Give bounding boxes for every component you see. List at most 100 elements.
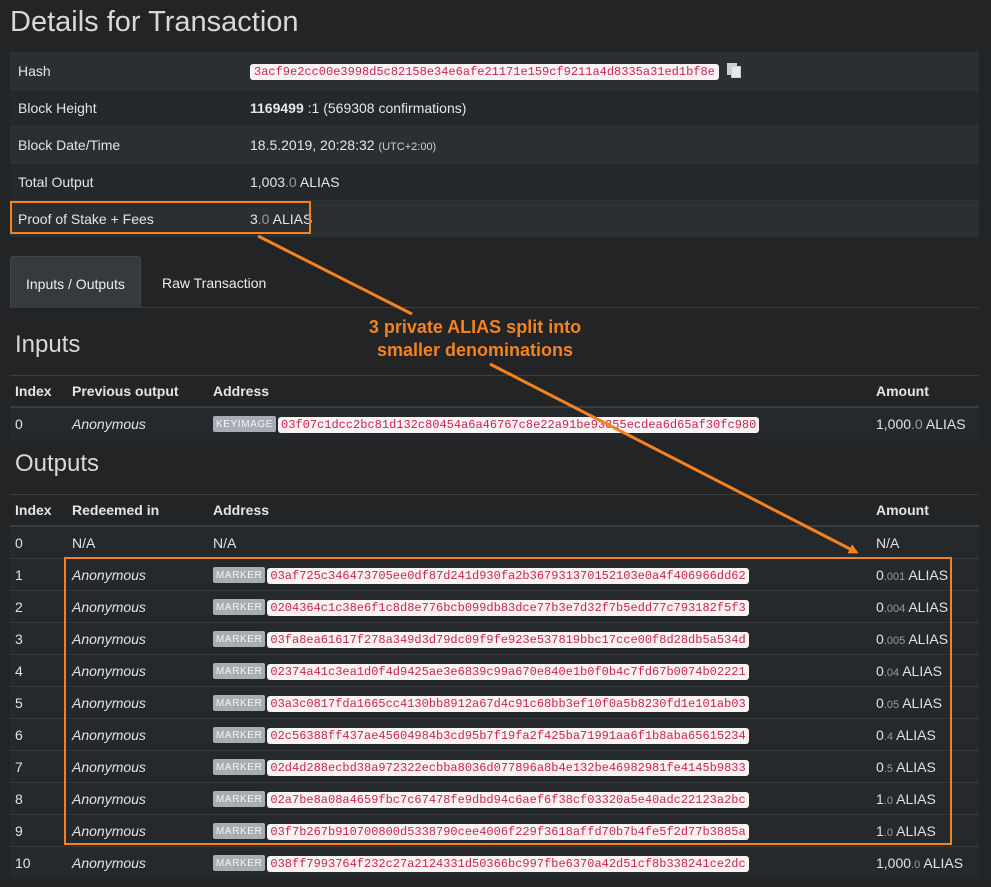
output-address[interactable]: 02d4d288ecbd38a972322ecbba8036d077896a8b… (267, 759, 749, 776)
table-row: 1 Anonymous MARKER 03af725c346473705ee0df87… (10, 558, 979, 591)
output-address[interactable]: 038ff7993764f232c27a2124331d50366bc997fb… (267, 855, 749, 872)
annotation-line-2: smaller denominations (376, 340, 574, 360)
table-row: 9 Anonymous MARKER 03f7b267b910700800d53387… (10, 814, 979, 847)
pos-fees-label: Proof of Stake + Fees (10, 200, 242, 237)
output-address-cell: MARKER 02a7be8a08a4659fbc7c67478fe9dbd94c… (208, 782, 871, 815)
confirmations: (569308 confirmations) (323, 100, 467, 116)
table-row: 3 Anonymous MARKER 03fa8ea61617f278a349d3d7… (10, 622, 979, 655)
pos-fees-cell: 3.0 ALIAS (242, 200, 979, 237)
table-row: 4 Anonymous MARKER 02374a41c3ea1d0f4d9425ae… (10, 654, 979, 687)
total-output-cell: 1,003.0 ALIAS (242, 163, 979, 201)
output-address-cell: MARKER 03a3c0817fda1665cc4130bb8912a67d4c… (208, 686, 871, 719)
output-amount-int: 0 (876, 694, 884, 711)
hash-label: Hash (10, 52, 242, 90)
total-output-label: Total Output (10, 163, 242, 201)
output-redeemed: Anonymous (67, 590, 208, 623)
input-amount-dec: .0 (911, 415, 923, 432)
input-amount-int: 1,000 (876, 415, 912, 432)
output-redeemed: Anonymous (67, 846, 208, 878)
output-amount-unit: ALIAS (923, 854, 964, 871)
transaction-details-table: Hash 3acf9e2cc00e3998d5c82158e34e6afe211… (10, 52, 979, 237)
outputs-col-redeemed: Redeemed in (67, 494, 208, 527)
output-redeemed: Anonymous (67, 750, 208, 783)
marker-badge: MARKER (213, 662, 266, 679)
keyimage-badge: KEYIMAGE (213, 415, 277, 432)
output-address[interactable]: 02c56388ff437ae45604984b3cd95b7f19fa2f42… (267, 727, 749, 744)
total-output-row: Total Output 1,003.0 ALIAS (10, 163, 979, 201)
table-row: 8 Anonymous MARKER 02a7be8a08a4659fbc7c6747… (10, 782, 979, 815)
output-address-cell: MARKER 038ff7993764f232c27a2124331d50366b… (208, 846, 871, 878)
inputs-col-amount: Amount (871, 375, 979, 408)
output-index: 0 (10, 525, 67, 559)
inputs-col-index: Index (10, 375, 67, 408)
copy-icon[interactable] (726, 63, 741, 78)
inputs-title: Inputs (15, 331, 81, 358)
output-amount-unit: ALIAS (908, 598, 949, 615)
input-address[interactable]: 03f07c1dcc2bc81d132c80454a6a46767c8e22a9… (278, 416, 760, 433)
table-row: 7 Anonymous MARKER 02d4d288ecbd38a972322ecb… (10, 750, 979, 783)
output-address[interactable]: 02a7be8a08a4659fbc7c67478fe9dbd94c6aef6f… (267, 791, 749, 808)
page-title: Details for Transaction (10, 6, 299, 38)
block-height-row: Block Height 1169499 :1 (569308 confirma… (10, 89, 979, 127)
output-index: 6 (10, 718, 67, 751)
output-address: N/A (208, 525, 871, 559)
output-index: 7 (10, 750, 67, 783)
output-index: 5 (10, 686, 67, 719)
total-output-int: 1,003 (250, 174, 286, 190)
block-datetime-value: 18.5.2019, 20:28:32 (250, 137, 375, 153)
input-index: 0 (10, 406, 67, 439)
output-amount: 0.004 ALIAS (871, 590, 979, 623)
output-redeemed: Anonymous (67, 558, 208, 591)
total-output-dec: .0 (285, 174, 297, 190)
outputs-rows: 1 Anonymous MARKER 03af725c346473705ee0df87… (10, 558, 979, 878)
output-address[interactable]: 0204364c1c38e6f1c8d8e776bcb099db83dce77b… (267, 599, 749, 616)
output-amount-int: 1 (876, 790, 884, 807)
output-amount: N/A (871, 525, 979, 559)
marker-badge: MARKER (213, 630, 266, 647)
marker-badge: MARKER (213, 566, 266, 583)
output-address[interactable]: 03f7b267b910700800d5338790cee4006f229f36… (267, 823, 749, 840)
hash-row: Hash 3acf9e2cc00e3998d5c82158e34e6afe211… (10, 52, 979, 90)
output-address-cell: MARKER 03f7b267b910700800d5338790cee4006f… (208, 814, 871, 847)
pos-fees-row: Proof of Stake + Fees 3.0 ALIAS (10, 200, 979, 237)
block-height-link[interactable]: 1169499 (250, 100, 304, 116)
marker-badge: MARKER (213, 790, 266, 807)
output-amount-dec: .001 (883, 570, 906, 583)
outputs-col-amount: Amount (871, 494, 979, 527)
output-index: 4 (10, 654, 67, 687)
table-row: 10 Anonymous MARKER 038ff7993764f232c27a212… (10, 846, 979, 878)
tab-raw-transaction[interactable]: Raw Transaction (147, 256, 281, 307)
output-address-cell: MARKER 03af725c346473705ee0df87d241d930fa… (208, 558, 871, 591)
output-address[interactable]: 03fa8ea61617f278a349d3d79dc09f9fe923e537… (267, 631, 749, 648)
output-amount: 0.05 ALIAS (871, 686, 979, 719)
table-row: 6 Anonymous MARKER 02c56388ff437ae45604984b… (10, 718, 979, 751)
output-amount: 0.005 ALIAS (871, 622, 979, 655)
block-height-cell: 1169499 :1 (569308 confirmations) (242, 89, 979, 127)
output-address[interactable]: 03a3c0817fda1665cc4130bb8912a67d4c91c68b… (267, 695, 749, 712)
marker-badge: MARKER (213, 854, 266, 871)
output-address[interactable]: 03af725c346473705ee0df87d241d930fa2b3679… (267, 567, 749, 584)
pos-fees-unit: ALIAS (272, 211, 313, 227)
inputs-header: Index Previous output Address Amount (10, 375, 979, 408)
outputs-col-index: Index (10, 494, 67, 527)
output-address[interactable]: 02374a41c3ea1d0f4d9425ae3e6839c99a670e84… (267, 663, 749, 680)
hash-value[interactable]: 3acf9e2cc00e3998d5c82158e34e6afe21171e15… (250, 64, 719, 80)
output-amount-dec: .4 (883, 730, 893, 743)
outputs-header: Index Redeemed in Address Amount (10, 494, 979, 527)
output-address-cell: MARKER 0204364c1c38e6f1c8d8e776bcb099db83… (208, 590, 871, 623)
output-amount-int: 0 (876, 630, 884, 647)
output-amount-int: 0 (876, 598, 884, 615)
output-amount-unit: ALIAS (896, 790, 936, 807)
output-address-cell: MARKER 02374a41c3ea1d0f4d9425ae3e6839c99a… (208, 654, 871, 687)
output-amount-dec: .0 (883, 826, 893, 839)
inputs-col-prev: Previous output (67, 375, 208, 408)
output-amount-unit: ALIAS (902, 694, 942, 711)
output-redeemed: Anonymous (67, 782, 208, 815)
annotation-text: 3 private ALIAS split into smaller denom… (330, 316, 620, 362)
table-row: 0 N/A N/A N/A (10, 525, 979, 559)
output-amount-unit: ALIAS (896, 822, 936, 839)
output-index: 3 (10, 622, 67, 655)
tab-inputs-outputs[interactable]: Inputs / Outputs (10, 256, 141, 308)
input-prev: Anonymous (67, 406, 208, 439)
output-amount: 1.0 ALIAS (871, 782, 979, 815)
